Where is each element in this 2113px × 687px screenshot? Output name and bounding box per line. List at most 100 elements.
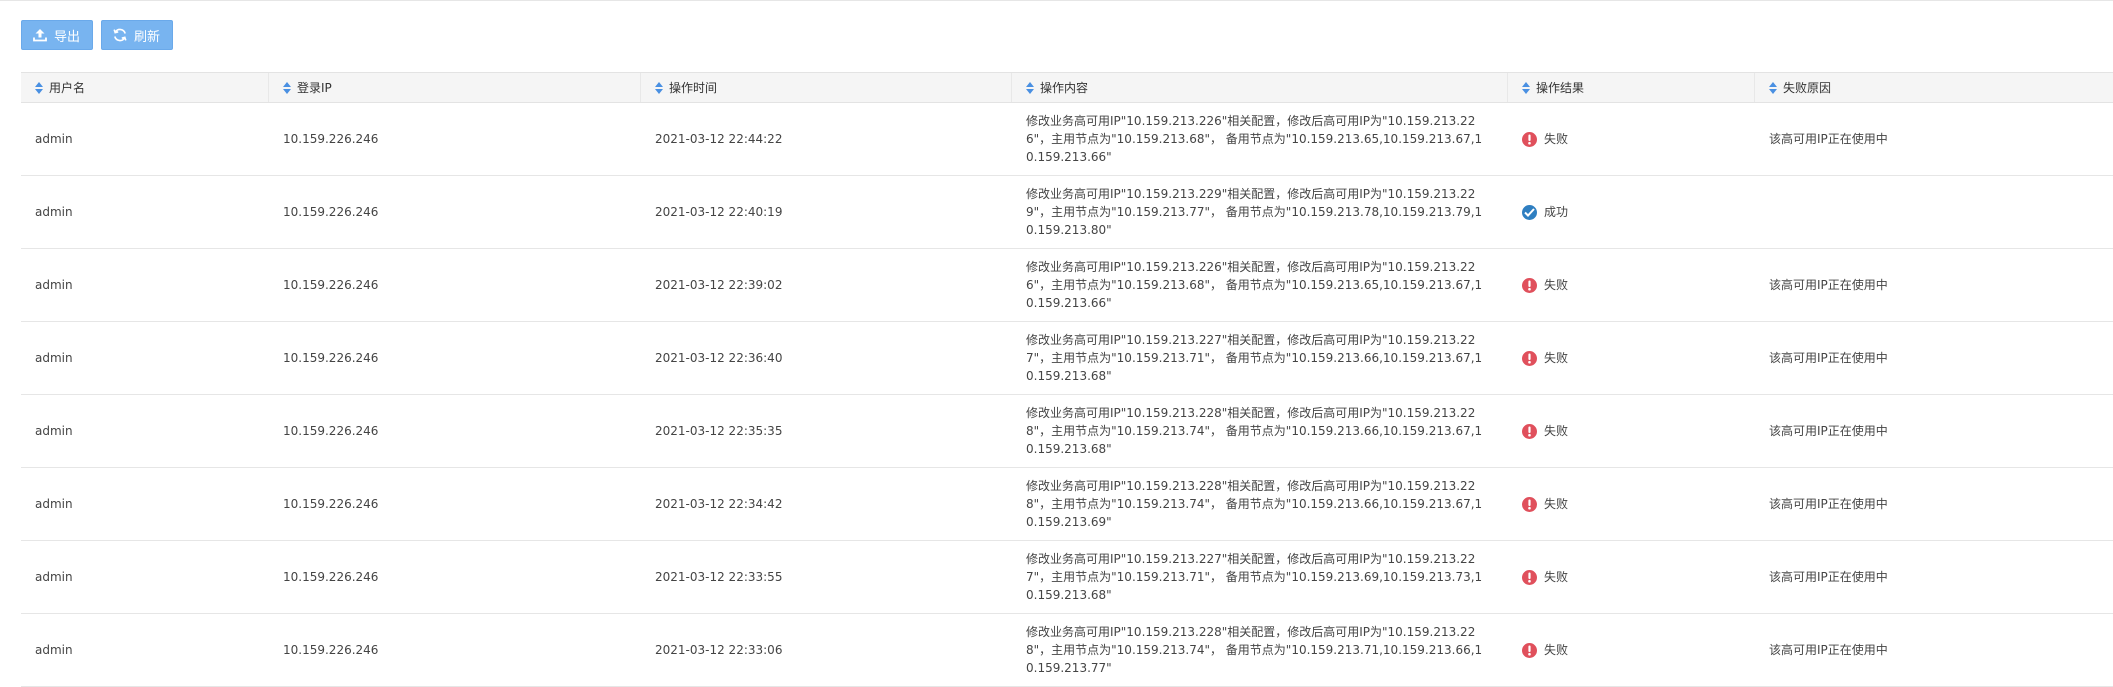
table-row: admin 10.159.226.246 2021-03-12 22:44:22 修改… [21, 103, 2113, 176]
cell-login-ip: 10.159.226.246 [283, 205, 379, 219]
cell-login-ip: 10.159.226.246 [283, 570, 379, 584]
cell-login-ip: 10.159.226.246 [283, 497, 379, 511]
result-label: 失败 [1544, 424, 1569, 438]
operation-log-table: 用户名 登录IP 操作时间 操作内容 操作结果 失败原因 admin 10.159… [21, 72, 2113, 687]
column-header-label: 失败原因 [1783, 81, 1832, 95]
error-icon [1522, 496, 1537, 512]
cell-operation-result: 失败 [1508, 422, 1755, 440]
column-header-label: 操作内容 [1040, 81, 1089, 95]
cell-operation-result: 失败 [1508, 130, 1755, 148]
cell-operation-content: 修改业务高可用IP"10.159.213.227"相关配置，修改后高可用IP为"… [1026, 552, 1483, 602]
cell-operation-content: 修改业务高可用IP"10.159.213.228"相关配置，修改后高可用IP为"… [1026, 479, 1483, 529]
cell-username: admin [35, 278, 73, 292]
cell-login-ip: 10.159.226.246 [283, 424, 379, 438]
result-status: 失败 [1522, 130, 1755, 148]
column-header-failure-reason[interactable]: 失败原因 [1755, 73, 2113, 102]
result-label: 失败 [1544, 278, 1569, 292]
column-header-label: 操作结果 [1536, 81, 1585, 95]
cell-username: admin [35, 570, 73, 584]
cell-username: admin [35, 643, 73, 657]
cell-operation-result: 成功 [1508, 203, 1755, 221]
sort-icon[interactable] [283, 81, 291, 94]
result-label: 失败 [1544, 497, 1569, 511]
cell-login-ip: 10.159.226.246 [283, 132, 379, 146]
cell-username: admin [35, 132, 73, 146]
cell-operation-time: 2021-03-12 22:33:55 [655, 570, 783, 584]
cell-operation-time: 2021-03-12 22:40:19 [655, 205, 783, 219]
error-icon [1522, 350, 1537, 366]
table-row: admin 10.159.226.246 2021-03-12 22:40:19 修改… [21, 176, 2113, 249]
column-header-label: 登录IP [297, 81, 332, 95]
table-header: 用户名 登录IP 操作时间 操作内容 操作结果 失败原因 [21, 72, 2113, 103]
cell-username: admin [35, 351, 73, 365]
cell-username: admin [35, 424, 73, 438]
table-row: admin 10.159.226.246 2021-03-12 22:36:40 修改… [21, 322, 2113, 395]
cell-username: admin [35, 497, 73, 511]
cell-operation-result: 失败 [1508, 276, 1755, 294]
result-label: 成功 [1544, 205, 1569, 219]
cell-operation-result: 失败 [1508, 349, 1755, 367]
cell-operation-time: 2021-03-12 22:35:35 [655, 424, 783, 438]
refresh-label: 刷新 [134, 29, 161, 45]
table-row: admin 10.159.226.246 2021-03-12 22:35:35 修改… [21, 395, 2113, 468]
cell-login-ip: 10.159.226.246 [283, 278, 379, 292]
refresh-button[interactable]: 刷新 [101, 20, 174, 50]
cell-operation-content: 修改业务高可用IP"10.159.213.228"相关配置，修改后高可用IP为"… [1026, 406, 1483, 456]
refresh-icon [112, 27, 128, 43]
result-status: 失败 [1522, 349, 1755, 367]
error-icon [1522, 277, 1537, 293]
result-status: 失败 [1522, 641, 1755, 659]
sort-icon[interactable] [1769, 81, 1777, 94]
cell-operation-content: 修改业务高可用IP"10.159.213.226"相关配置，修改后高可用IP为"… [1026, 260, 1483, 310]
cell-operation-content: 修改业务高可用IP"10.159.213.226"相关配置，修改后高可用IP为"… [1026, 114, 1483, 164]
table-row: admin 10.159.226.246 2021-03-12 22:33:06 修改… [21, 614, 2113, 687]
cell-login-ip: 10.159.226.246 [283, 351, 379, 365]
column-header-username[interactable]: 用户名 [21, 73, 269, 102]
column-header-login-ip[interactable]: 登录IP [269, 73, 641, 102]
cell-failure-reason: 该高可用IP正在使用中 [1769, 424, 1888, 438]
result-label: 失败 [1544, 351, 1569, 365]
export-button[interactable]: 导出 [21, 20, 94, 50]
cell-operation-result: 失败 [1508, 641, 1755, 659]
cell-operation-time: 2021-03-12 22:36:40 [655, 351, 783, 365]
cell-operation-content: 修改业务高可用IP"10.159.213.228"相关配置，修改后高可用IP为"… [1026, 625, 1483, 675]
sort-icon[interactable] [35, 81, 43, 94]
table-row: admin 10.159.226.246 2021-03-12 22:39:02 修改… [21, 249, 2113, 322]
result-status: 失败 [1522, 568, 1755, 586]
column-header-operation-content[interactable]: 操作内容 [1012, 73, 1508, 102]
cell-operation-time: 2021-03-12 22:33:06 [655, 643, 783, 657]
cell-operation-result: 失败 [1508, 568, 1755, 586]
column-header-label: 操作时间 [669, 81, 718, 95]
result-label: 失败 [1544, 132, 1569, 146]
sort-icon[interactable] [1522, 81, 1530, 94]
upload-icon [32, 28, 48, 42]
error-icon [1522, 423, 1537, 439]
cell-operation-content: 修改业务高可用IP"10.159.213.229"相关配置，修改后高可用IP为"… [1026, 187, 1483, 237]
error-icon [1522, 642, 1537, 658]
cell-login-ip: 10.159.226.246 [283, 643, 379, 657]
cell-failure-reason: 该高可用IP正在使用中 [1769, 497, 1888, 511]
success-check-icon [1522, 204, 1537, 220]
export-label: 导出 [54, 29, 81, 45]
toolbar: 导出 刷新 [21, 20, 174, 50]
result-status: 失败 [1522, 495, 1755, 513]
result-status: 失败 [1522, 422, 1755, 440]
result-label: 失败 [1544, 643, 1569, 657]
cell-operation-time: 2021-03-12 22:44:22 [655, 132, 783, 146]
cell-operation-result: 失败 [1508, 495, 1755, 513]
error-icon [1522, 131, 1537, 147]
cell-operation-time: 2021-03-12 22:34:42 [655, 497, 783, 511]
cell-operation-content: 修改业务高可用IP"10.159.213.227"相关配置，修改后高可用IP为"… [1026, 333, 1483, 383]
column-header-label: 用户名 [49, 81, 86, 95]
result-status: 成功 [1522, 203, 1755, 221]
result-label: 失败 [1544, 570, 1569, 584]
column-header-operation-time[interactable]: 操作时间 [641, 73, 1012, 102]
sort-icon[interactable] [1026, 81, 1034, 94]
column-header-operation-result[interactable]: 操作结果 [1508, 73, 1755, 102]
cell-failure-reason: 该高可用IP正在使用中 [1769, 570, 1888, 584]
cell-failure-reason: 该高可用IP正在使用中 [1769, 351, 1888, 365]
sort-icon[interactable] [655, 81, 663, 94]
cell-failure-reason: 该高可用IP正在使用中 [1769, 278, 1888, 292]
cell-operation-time: 2021-03-12 22:39:02 [655, 278, 783, 292]
cell-failure-reason: 该高可用IP正在使用中 [1769, 132, 1888, 146]
